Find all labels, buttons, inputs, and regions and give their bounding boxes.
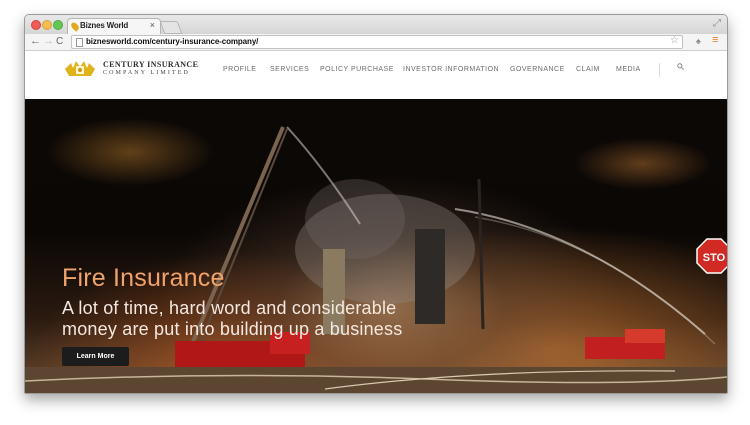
tab-title: Biznes World — [80, 21, 129, 30]
stop-sign-icon: STO — [696, 238, 727, 274]
hero-title: Fire Insurance — [62, 264, 225, 292]
maximize-window-button[interactable] — [53, 20, 63, 30]
nav-divider — [659, 63, 660, 77]
brand-name[interactable]: CENTURY INSURANCE — [103, 60, 198, 69]
learn-more-button[interactable]: Learn More — [62, 347, 129, 366]
forward-arrow-icon[interactable]: → — [43, 35, 54, 47]
nav-claim[interactable]: CLAIM — [576, 66, 600, 73]
nav-governance[interactable]: GOVERNANCE — [510, 66, 565, 73]
minimize-window-button[interactable] — [42, 20, 52, 30]
search-icon[interactable] — [677, 63, 684, 70]
extension-icon[interactable]: ♠ — [696, 36, 701, 46]
browser-toolbar: ← → C biznesworld.com/century-insurance-… — [25, 34, 727, 51]
close-window-button[interactable] — [31, 20, 41, 30]
browser-tab[interactable]: Biznes World × — [67, 18, 161, 35]
nav-policy-purchase[interactable]: POLICY PURCHASE — [320, 66, 394, 73]
fullscreen-icon[interactable]: ⤢ — [713, 18, 721, 29]
fire-scene-image: STO — [25, 126, 727, 393]
nav-services[interactable]: SERVICES — [270, 66, 309, 73]
url-text[interactable]: biznesworld.com/century-insurance-compan… — [86, 36, 258, 48]
hero-subtitle-line-1: A lot of time, hard word and considerabl… — [62, 298, 397, 318]
location-pin-icon — [69, 21, 81, 32]
new-tab-button[interactable] — [159, 21, 183, 34]
site-header: CENTURY INSURANCE COMPANY LIMITED PROFIL… — [25, 51, 727, 100]
back-arrow-icon[interactable]: ← — [30, 35, 41, 47]
star-icon[interactable]: ☆ — [670, 35, 679, 46]
hero-subtitle-line-2: money are put into building up a busines… — [62, 319, 403, 339]
reload-icon[interactable]: C — [56, 36, 63, 47]
nav-media[interactable]: MEDIA — [616, 66, 641, 73]
title-bar: Biznes World × ⤢ — [25, 15, 727, 35]
logo-emblem-icon[interactable] — [63, 59, 97, 78]
page-icon — [76, 38, 83, 47]
address-bar[interactable]: biznesworld.com/century-insurance-compan… — [71, 35, 683, 49]
nav-profile[interactable]: PROFILE — [223, 66, 256, 73]
hero-banner: STO Fire Insurance A lot of time, hard w… — [25, 99, 727, 393]
nav-investor-information[interactable]: INVESTOR INFORMATION — [403, 66, 499, 73]
stop-sign-text: STO — [703, 252, 726, 264]
browser-window: Biznes World × ⤢ ← → C biznesworld.com/c… — [24, 14, 728, 394]
brand-subtitle[interactable]: COMPANY LIMITED — [103, 70, 190, 76]
tab-close-icon[interactable]: × — [150, 20, 155, 30]
menu-icon[interactable]: ≡ — [712, 34, 718, 46]
